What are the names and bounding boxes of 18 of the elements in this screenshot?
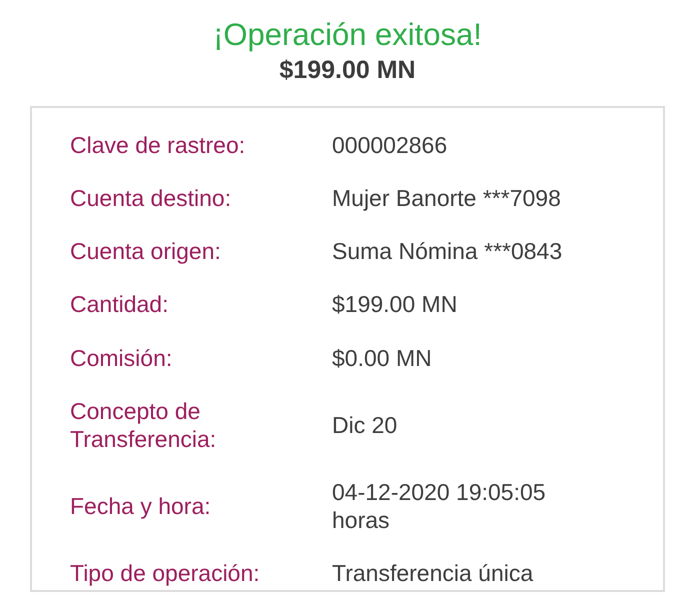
detail-label: Clave de rastreo: — [70, 130, 246, 159]
detail-label: Concepto de Transferencia: — [70, 396, 218, 453]
detail-label: Cantidad: — [70, 290, 170, 318]
detail-value: 000002866 — [332, 130, 448, 159]
detail-label: Tipo de operación: — [70, 559, 261, 588]
amount-text: $199.00 MN — [279, 55, 416, 86]
detail-value: Mujer Banorte ***7098 — [332, 184, 562, 212]
detail-value: $199.00 MN — [332, 290, 458, 318]
detail-label: Cuenta origen: — [70, 237, 222, 266]
detail-value: Dic 20 — [332, 410, 398, 439]
detail-label: Comisión: — [70, 344, 174, 372]
detail-value: Transferencia única — [332, 559, 534, 588]
detail-value: $0.00 MN — [332, 344, 433, 372]
detail-value: 04-12-2020 19:05:05 horas — [332, 478, 547, 534]
detail-label: Cuenta destino: — [70, 184, 232, 212]
detail-label: Fecha y hora: — [70, 492, 212, 520]
success-title: ¡Operación exitosa! — [213, 16, 482, 54]
detail-value: Suma Nómina ***0843 — [332, 237, 564, 266]
